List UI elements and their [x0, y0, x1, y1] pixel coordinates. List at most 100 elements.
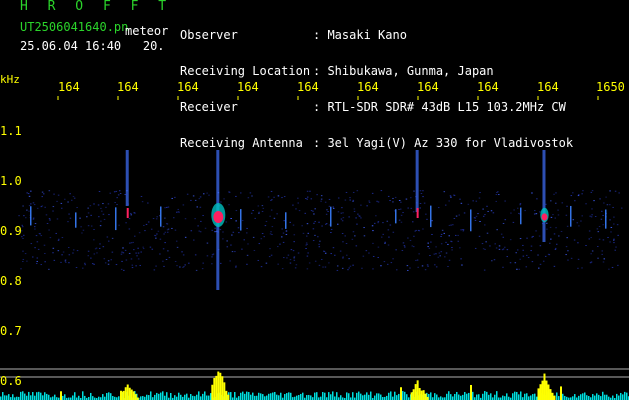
- noise-speck: [398, 219, 401, 221]
- activity-trace: [206, 395, 208, 400]
- noise-speck: [555, 243, 558, 245]
- noise-speck: [99, 243, 101, 245]
- noise-speck: [33, 204, 36, 206]
- activity-trace: [252, 392, 254, 400]
- noise-speck: [142, 248, 145, 250]
- noise-speck: [134, 212, 136, 214]
- activity-trace: [28, 391, 30, 400]
- noise-speck: [314, 208, 316, 210]
- noise-speck: [30, 203, 32, 205]
- noise-speck: [418, 253, 420, 255]
- noise-speck: [565, 214, 568, 216]
- noise-speck: [613, 216, 615, 218]
- noise-speck: [389, 200, 391, 202]
- noise-speck: [87, 212, 90, 214]
- noise-speck: [103, 258, 106, 260]
- noise-speck: [46, 222, 49, 224]
- noise-speck: [322, 266, 324, 268]
- noise-speck: [409, 239, 412, 241]
- noise-speck: [222, 238, 224, 240]
- noise-speck: [457, 234, 459, 236]
- noise-speck: [93, 239, 95, 241]
- noise-speck: [353, 210, 356, 212]
- noise-speck: [150, 228, 153, 230]
- noise-speck: [41, 191, 44, 193]
- noise-speck: [277, 246, 279, 248]
- noise-speck: [262, 207, 265, 209]
- activity-trace: [578, 395, 580, 400]
- noise-speck: [48, 268, 50, 270]
- noise-speck: [176, 211, 178, 213]
- noise-speck: [423, 202, 426, 204]
- noise-speck: [305, 248, 307, 250]
- noise-speck: [380, 265, 382, 267]
- noise-speck: [238, 232, 240, 234]
- noise-speck: [184, 264, 186, 266]
- activity-trace: [436, 394, 438, 400]
- burst-bar: [547, 384, 550, 400]
- noise-speck: [611, 266, 614, 268]
- noise-speck: [609, 204, 611, 206]
- noise-speck: [166, 229, 169, 231]
- activity-trace: [48, 394, 50, 400]
- activity-trace: [8, 394, 10, 400]
- noise-speck: [237, 227, 240, 229]
- noise-speck: [614, 249, 617, 251]
- noise-speck: [550, 200, 552, 202]
- noise-speck: [538, 235, 541, 237]
- noise-speck: [502, 248, 505, 250]
- noise-speck: [167, 206, 170, 208]
- activity-trace: [270, 393, 272, 400]
- noise-speck: [448, 224, 451, 226]
- noise-speck: [240, 192, 242, 194]
- noise-speck: [305, 242, 308, 244]
- burst-bar: [221, 376, 224, 400]
- noise-speck: [246, 263, 248, 265]
- activity-trace: [532, 394, 534, 400]
- noise-speck: [177, 208, 179, 210]
- activity-trace: [514, 391, 516, 400]
- noise-speck: [176, 265, 178, 267]
- activity-trace: [272, 392, 274, 400]
- activity-trace: [314, 392, 316, 400]
- noise-speck: [429, 255, 431, 257]
- activity-trace: [486, 391, 488, 400]
- noise-speck: [535, 213, 538, 215]
- noise-speck: [342, 217, 345, 219]
- noise-speck: [184, 236, 187, 238]
- hrofft-screen: H R O F F T UT2506041640.pn meteor 25.06…: [0, 0, 629, 400]
- noise-speck: [183, 266, 185, 268]
- noise-speck: [435, 253, 437, 255]
- noise-speck: [198, 230, 200, 232]
- burst-bar: [420, 390, 423, 400]
- activity-trace: [72, 395, 74, 400]
- activity-trace: [230, 392, 232, 400]
- noise-speck: [485, 241, 487, 243]
- noise-speck: [486, 205, 488, 207]
- activity-trace: [198, 391, 200, 400]
- activity-trace: [160, 392, 162, 400]
- noise-speck: [334, 254, 336, 256]
- noise-speck: [557, 214, 560, 216]
- noise-speck: [36, 257, 39, 259]
- noise-speck: [93, 263, 95, 265]
- activity-trace: [264, 396, 266, 400]
- noise-speck: [135, 265, 137, 267]
- activity-trace: [586, 395, 588, 400]
- activity-trace: [328, 392, 330, 400]
- activity-trace: [456, 391, 458, 400]
- noise-speck: [273, 217, 276, 219]
- noise-speck: [421, 265, 424, 267]
- noise-speck: [214, 227, 216, 229]
- activity-trace: [278, 395, 280, 400]
- noise-speck: [419, 190, 422, 192]
- noise-speck: [617, 234, 619, 236]
- noise-speck: [399, 208, 402, 210]
- noise-speck: [167, 250, 169, 252]
- noise-speck: [349, 265, 352, 267]
- noise-speck: [235, 210, 238, 212]
- activity-trace: [526, 393, 528, 400]
- noise-speck: [581, 215, 583, 217]
- activity-trace: [620, 392, 622, 400]
- noise-speck: [451, 246, 453, 248]
